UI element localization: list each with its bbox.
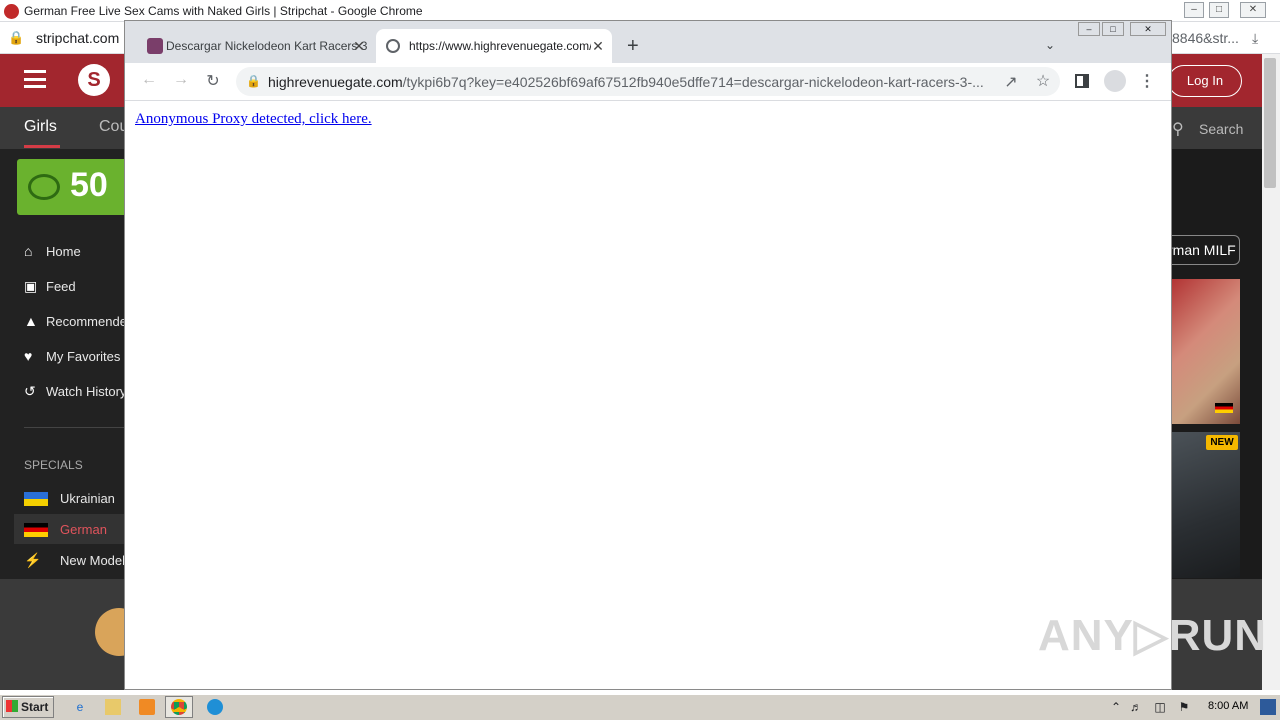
menu-kebab-icon[interactable]: ⋮ — [1136, 71, 1158, 91]
share-icon[interactable]: ↗ — [1000, 72, 1022, 92]
tab-search-chevron-icon[interactable]: ⌄ — [1045, 38, 1055, 52]
hamburger-menu-icon[interactable] — [24, 70, 46, 88]
new-tab-icon[interactable]: + — [627, 35, 639, 58]
background-url-tail: 8846&str... — [1172, 30, 1239, 46]
show-desktop-icon[interactable] — [1260, 699, 1276, 715]
search-icon[interactable]: ⚲ — [1172, 119, 1184, 139]
forward-icon[interactable]: → — [170, 71, 192, 89]
sidebar-item-german[interactable]: German — [24, 521, 124, 541]
close-button[interactable]: ✕ — [1130, 22, 1166, 36]
stripchat-favicon-icon — [4, 4, 19, 19]
tray-expand-icon[interactable]: ⌃ — [1108, 699, 1124, 715]
tab-highrevenuegate[interactable]: https://www.highrevenuegate.com/ — [376, 29, 612, 63]
thumbs-up-icon: ▲ — [24, 313, 38, 329]
background-window-title: German Free Live Sex Cams with Naked Gir… — [24, 4, 423, 18]
tab-girls[interactable]: Girls — [24, 118, 57, 136]
background-url[interactable]: stripchat.com — [36, 30, 119, 46]
chrome-icon — [171, 699, 187, 715]
download-icon[interactable]: ⤓ — [1252, 30, 1258, 47]
globe-icon — [386, 39, 400, 53]
search-label[interactable]: Search — [1199, 121, 1243, 137]
media-player-icon[interactable] — [139, 699, 155, 715]
anonymous-proxy-link[interactable]: Anonymous Proxy detected, click here. — [135, 111, 372, 128]
restore-button[interactable]: □ — [1102, 22, 1124, 36]
germany-flag-icon — [1215, 403, 1233, 413]
maximize-button[interactable]: □ — [1209, 2, 1229, 18]
back-icon[interactable]: ← — [138, 71, 160, 89]
sidebar-item-favorites[interactable]: ♥ My Favorites — [24, 348, 124, 368]
minimize-button[interactable]: – — [1184, 2, 1204, 18]
edge-icon[interactable] — [207, 699, 223, 715]
sidebar-item-home[interactable]: ⌂ Home — [24, 243, 124, 263]
sidebar-divider — [24, 427, 124, 428]
bookmark-star-icon[interactable]: ☆ — [1032, 71, 1054, 91]
volume-icon[interactable]: ♬ — [1128, 699, 1144, 715]
lock-icon: 🔒 — [8, 30, 25, 45]
new-badge: NEW — [1206, 435, 1238, 450]
folder-icon[interactable] — [105, 699, 121, 715]
network-icon[interactable]: ◫ — [1152, 699, 1168, 715]
ukraine-flag-icon — [24, 490, 48, 507]
germany-flag-icon — [24, 521, 48, 538]
active-tab-indicator — [24, 145, 60, 148]
tokens-amount: 50 — [70, 166, 108, 204]
scrollbar-thumb[interactable] — [1264, 58, 1276, 188]
close-tab-icon[interactable]: ✕ — [591, 39, 605, 53]
sidebar-item-ukrainian[interactable]: Ukrainian — [24, 490, 124, 510]
filter-chip-german-milf[interactable]: rman MILF — [1168, 235, 1240, 265]
sidebar-item-new-models[interactable]: ⚡New Models — [24, 552, 124, 572]
sidebar-item-feed[interactable]: ▣ Feed — [24, 278, 124, 298]
coins-icon — [28, 174, 60, 200]
side-panel-icon[interactable] — [1075, 74, 1089, 88]
model-thumbnail[interactable] — [1172, 432, 1240, 578]
address-bar-url[interactable]: highrevenuegate.com/tykpi6b7q?key=e40252… — [268, 74, 990, 90]
taskbar-clock[interactable]: 8:00 AM — [1208, 700, 1248, 712]
history-icon: ↺ — [24, 383, 36, 399]
lightning-icon: ⚡ — [24, 552, 42, 568]
windows-logo-icon — [6, 700, 18, 712]
lock-icon[interactable]: 🔒 — [246, 74, 261, 88]
close-button[interactable]: ✕ — [1240, 2, 1266, 18]
flag-icon[interactable]: ⚑ — [1176, 699, 1192, 715]
specials-heading: SPECIALS — [24, 458, 83, 472]
stripchat-logo[interactable]: S — [78, 64, 110, 96]
anyrun-watermark: ANY▷RUN — [1038, 611, 1268, 660]
minimize-button[interactable]: – — [1078, 22, 1100, 36]
home-icon: ⌂ — [24, 243, 33, 259]
close-tab-icon[interactable]: ✕ — [352, 39, 366, 53]
reload-icon[interactable]: ↻ — [202, 71, 224, 91]
heart-icon: ♥ — [24, 348, 33, 364]
sidebar-item-history[interactable]: ↺ Watch History — [24, 383, 124, 403]
login-button[interactable]: Log In — [1168, 65, 1242, 97]
feed-icon: ▣ — [24, 278, 38, 294]
internet-explorer-icon[interactable]: e — [72, 699, 88, 715]
tab-favicon-icon — [147, 38, 163, 54]
tab-descargar[interactable]: Descargar Nickelodeon Kart Racers 3 — [144, 29, 372, 63]
profile-avatar-icon[interactable] — [1104, 70, 1126, 92]
sidebar-item-recommended[interactable]: ▲Recommended — [24, 313, 124, 333]
